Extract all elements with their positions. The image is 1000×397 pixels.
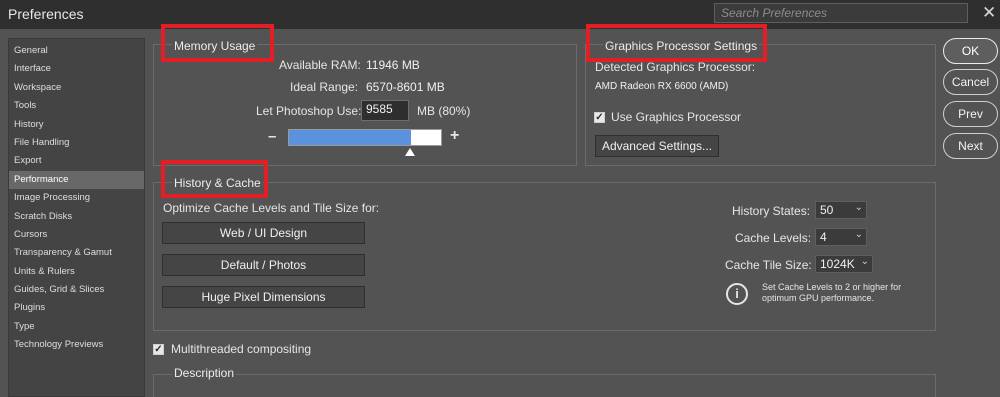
- annotation-box-memory: [161, 24, 274, 62]
- slider-minus-icon[interactable]: –: [268, 128, 276, 145]
- cache-tile-size-select[interactable]: 1024K ⌄: [815, 255, 873, 273]
- multithreaded-checkbox[interactable]: ✓: [153, 344, 164, 355]
- close-icon[interactable]: ✕: [982, 3, 996, 23]
- available-ram-label: Available RAM:: [279, 58, 361, 72]
- search-input[interactable]: Search Preferences: [714, 3, 968, 23]
- memory-use-input[interactable]: 9585: [361, 100, 409, 121]
- ideal-range-value: 6570-8601 MB: [366, 80, 445, 94]
- sidebar-item-transparency-gamut[interactable]: Transparency & Gamut: [9, 244, 144, 262]
- cache-hint-line2: optimum GPU performance.: [762, 293, 875, 303]
- detected-gpu-value: AMD Radeon RX 6600 (AMD): [595, 81, 729, 92]
- sidebar-item-cursors[interactable]: Cursors: [9, 226, 144, 244]
- next-button[interactable]: Next: [943, 133, 998, 159]
- chevron-down-icon: ⌄: [854, 229, 863, 240]
- ok-button[interactable]: OK: [943, 38, 998, 64]
- optimize-label: Optimize Cache Levels and Tile Size for:: [163, 201, 380, 215]
- memory-slider[interactable]: [288, 129, 442, 146]
- chevron-down-icon: ⌄: [860, 256, 869, 267]
- default-photos-button[interactable]: Default / Photos: [162, 254, 365, 276]
- sidebar-item-image-processing[interactable]: Image Processing: [9, 189, 144, 207]
- sidebar-item-scratch-disks[interactable]: Scratch Disks: [9, 208, 144, 226]
- available-ram-value: 11946 MB: [366, 58, 420, 72]
- slider-plus-icon[interactable]: +: [450, 127, 459, 145]
- sidebar: General Interface Workspace Tools History Fil…: [8, 38, 145, 397]
- sidebar-item-type[interactable]: Type: [9, 318, 144, 336]
- cache-tile-size-label: Cache Tile Size:: [725, 258, 812, 272]
- sidebar-item-guides-grid-slices[interactable]: Guides, Grid & Slices: [9, 281, 144, 299]
- memory-slider-thumb[interactable]: [405, 148, 415, 156]
- info-icon: i: [726, 283, 748, 305]
- sidebar-item-file-handling[interactable]: File Handling: [9, 134, 144, 152]
- multithreaded-label: Multithreaded compositing: [171, 342, 312, 356]
- cache-levels-select[interactable]: 4 ⌄: [815, 228, 867, 246]
- annotation-box-gpu: [586, 24, 767, 62]
- window-title: Preferences: [8, 6, 84, 22]
- memory-slider-fill: [289, 130, 411, 145]
- cache-levels-label: Cache Levels:: [735, 231, 812, 245]
- use-gpu-label: Use Graphics Processor: [611, 110, 742, 124]
- sidebar-item-interface[interactable]: Interface: [9, 60, 144, 78]
- chevron-down-icon: ⌄: [854, 202, 863, 213]
- description-title: Description: [172, 366, 237, 380]
- advanced-settings-button[interactable]: Advanced Settings...: [595, 135, 719, 157]
- detected-gpu-label: Detected Graphics Processor:: [595, 60, 756, 74]
- sidebar-item-export[interactable]: Export: [9, 152, 144, 170]
- description-panel: [153, 374, 936, 397]
- cancel-button[interactable]: Cancel: [943, 69, 998, 95]
- sidebar-item-general[interactable]: General: [9, 42, 144, 60]
- sidebar-item-units-rulers[interactable]: Units & Rulers: [9, 263, 144, 281]
- annotation-box-history: [161, 160, 268, 198]
- history-states-label: History States:: [732, 204, 811, 218]
- sidebar-item-technology-previews[interactable]: Technology Previews: [9, 336, 144, 354]
- let-photoshop-use-label: Let Photoshop Use:: [256, 104, 362, 118]
- history-states-value: 50: [820, 203, 834, 217]
- prev-button[interactable]: Prev: [943, 101, 998, 127]
- sidebar-item-tools[interactable]: Tools: [9, 97, 144, 115]
- web-ui-design-button[interactable]: Web / UI Design: [162, 222, 365, 244]
- history-states-select[interactable]: 50 ⌄: [815, 201, 867, 219]
- cache-levels-value: 4: [820, 230, 827, 244]
- cache-hint-line1: Set Cache Levels to 2 or higher for: [762, 282, 902, 292]
- memory-use-unit: MB (80%): [417, 104, 471, 118]
- sidebar-item-workspace[interactable]: Workspace: [9, 79, 144, 97]
- sidebar-item-performance[interactable]: Performance: [9, 170, 144, 190]
- sidebar-item-plugins[interactable]: Plugins: [9, 299, 144, 317]
- use-gpu-checkbox[interactable]: ✓: [594, 112, 605, 123]
- cache-tile-size-value: 1024K: [820, 257, 855, 271]
- sidebar-item-history[interactable]: History: [9, 116, 144, 134]
- ideal-range-label: Ideal Range:: [290, 80, 359, 94]
- huge-pixel-dimensions-button[interactable]: Huge Pixel Dimensions: [162, 286, 365, 308]
